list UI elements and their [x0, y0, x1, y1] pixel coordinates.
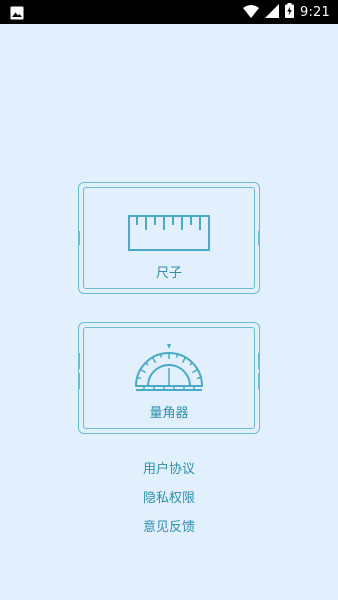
- feedback-link[interactable]: 意见反馈: [0, 516, 338, 545]
- protractor-label: 量角器: [149, 406, 189, 421]
- wifi-icon: [243, 3, 259, 22]
- user-agreement-link[interactable]: 用户协议: [0, 458, 338, 487]
- card-edge-mark: [78, 231, 80, 245]
- card-edge-mark: [258, 373, 260, 389]
- protractor-icon: [134, 342, 204, 396]
- card-edge-mark: [78, 353, 80, 369]
- ruler-label: 尺子: [155, 266, 182, 281]
- signal-icon: [265, 3, 279, 22]
- ruler-icon: [128, 215, 210, 255]
- image-icon: [10, 5, 24, 20]
- footer-links: 用户协议 隐私权限 意见反馈: [0, 458, 338, 545]
- card-edge-mark: [258, 231, 260, 245]
- card-edge-mark: [78, 373, 80, 389]
- ruler-card[interactable]: 尺子: [78, 182, 260, 294]
- battery-charging-icon: [285, 2, 294, 22]
- status-bar: 9:21: [0, 0, 338, 24]
- card-edge-mark: [258, 353, 260, 369]
- status-time: 9:21: [300, 4, 330, 20]
- protractor-card[interactable]: 量角器: [78, 322, 260, 434]
- privacy-policy-link[interactable]: 隐私权限: [0, 487, 338, 516]
